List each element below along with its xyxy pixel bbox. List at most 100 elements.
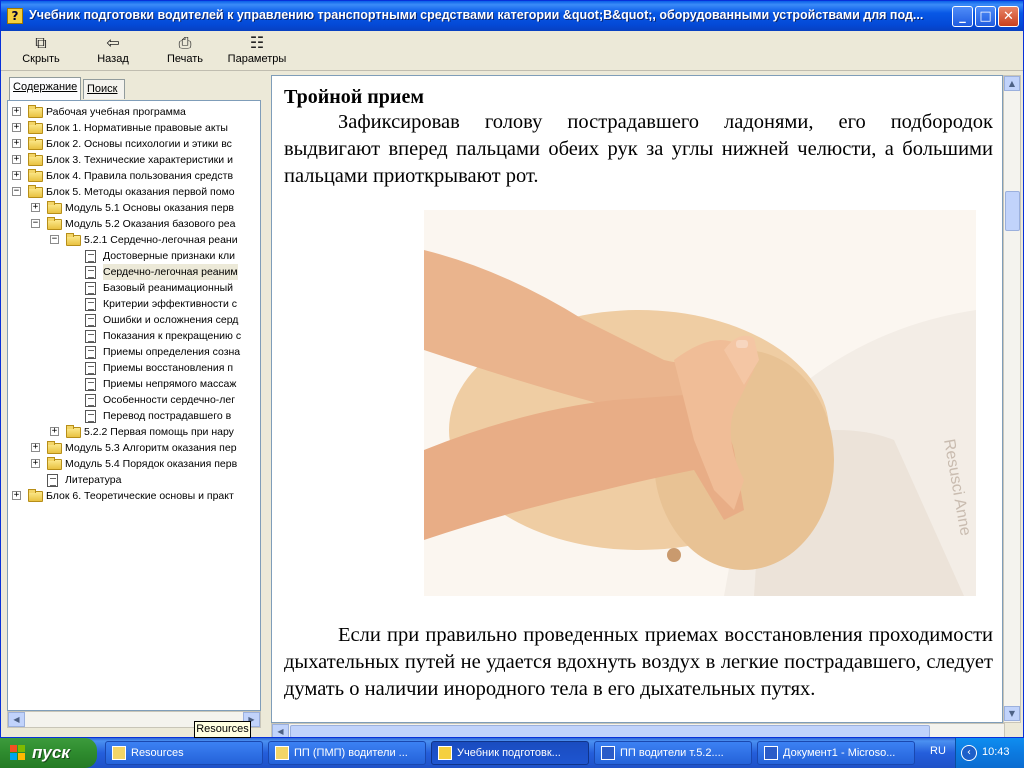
folder-icon [28,185,43,198]
tree-item-label: Приемы восстановления п [103,362,233,374]
content-horizontal-scrollbar[interactable]: ◀ [271,723,1005,737]
tree-item-label: Блок 4. Правила пользования средств [46,170,234,182]
expand-icon[interactable]: + [12,123,21,132]
word-icon [601,746,615,760]
page-icon [85,410,96,423]
tree-page-item[interactable]: Приемы непрямого массаж [8,376,260,392]
tree-folder-item[interactable]: + Модуль 5.4 Порядок оказания перв [8,456,260,472]
tree-page-item[interactable]: Особенности сердечно-лег [8,392,260,408]
tree-folder-item[interactable]: + Блок 3. Технические характеристики и [8,152,260,168]
tree-item-label: Модуль 5.3 Алгоритм оказания пер [65,442,237,454]
scroll-left-arrow-icon[interactable]: ◀ [8,712,25,727]
tree-item-label: Рабочая учебная программа [46,106,186,118]
tree-item-label: Приемы определения созна [103,346,241,358]
expand-icon[interactable]: + [31,459,40,468]
tree-folder-item[interactable]: + Блок 2. Основы психологии и этики вс [8,136,260,152]
tree-page-item[interactable]: Достоверные признаки кли [8,248,260,264]
tree-page-item[interactable]: Литература [8,472,260,488]
tray-expand-icon[interactable]: ‹ [961,745,977,761]
tree-folder-item[interactable]: + Блок 1. Нормативные правовые акты [8,120,260,136]
folder-icon [275,746,289,760]
contents-tree[interactable]: + Рабочая учебная программа + Блок 1. Норма… [7,100,261,711]
window-title: Учебник подготовки водителей к управлени… [29,8,924,22]
taskbar-button[interactable]: Документ1 - Microso... [757,741,915,765]
page-icon [85,266,96,279]
vertical-scroll-thumb[interactable] [1005,191,1020,231]
toolbar: ⧉ Скрыть ⇦ Назад ⎙ Печать ☷ Параметры [1,31,1023,71]
tree-page-item[interactable]: Перевод пострадавшего в [8,408,260,424]
tree-item-label: Достоверные признаки кли [103,250,236,262]
tree-folder-item[interactable]: + Модуль 5.1 Основы оказания перв [8,200,260,216]
expand-icon[interactable]: + [50,427,59,436]
horizontal-scroll-thumb[interactable] [290,725,930,737]
clock[interactable]: 10:43 [982,746,1010,758]
tree-page-item[interactable]: Показания к прекращению с [8,328,260,344]
tree-page-item[interactable]: Приемы определения созна [8,344,260,360]
tree-page-item[interactable]: Ошибки и осложнения серд [8,312,260,328]
scroll-up-arrow-icon[interactable]: ▲ [1004,76,1020,91]
tree-folder-item[interactable]: − 5.2.1 Сердечно-легочная реани [8,232,260,248]
tree-folder-item[interactable]: − Модуль 5.2 Оказания базового реа [8,216,260,232]
tab-search[interactable]: Поиск [83,79,125,99]
page-icon [85,282,96,295]
start-button[interactable]: пуск [0,738,97,768]
taskbar-button[interactable]: ПП (ПМП) водители ... [268,741,426,765]
tree-item-label: Блок 3. Технические характеристики и [46,154,233,166]
tree-item-label: Сердечно-легочная реаним [103,264,238,280]
expand-icon[interactable]: + [12,139,21,148]
hide-button[interactable]: ⧉ Скрыть [19,33,63,69]
content-vertical-scrollbar[interactable]: ▲ ▼ [1003,75,1021,723]
collapse-icon[interactable]: − [31,219,40,228]
tree-page-item[interactable]: Критерии эффективности с [8,296,260,312]
tree-item-label: Литература [65,474,122,486]
tree-folder-item[interactable]: + Блок 4. Правила пользования средств [8,168,260,184]
back-button[interactable]: ⇦ Назад [91,33,135,69]
start-label: пуск [32,743,70,762]
folder-icon [47,457,62,470]
expand-icon[interactable]: + [31,443,40,452]
minimize-button[interactable]: _ [952,6,973,27]
tab-contents[interactable]: Содержание [9,77,81,100]
taskbar-button[interactable]: ПП водители т.5.2.... [594,741,752,765]
expand-icon[interactable]: + [12,171,21,180]
tree-folder-item[interactable]: + Модуль 5.3 Алгоритм оказания пер [8,440,260,456]
options-icon: ☷ [249,33,265,52]
taskbar-button[interactable]: Учебник подготовк... [431,741,589,765]
hide-label: Скрыть [22,53,60,65]
print-label: Печать [166,53,204,65]
title-bar[interactable]: ? Учебник подготовки водителей к управле… [1,1,1023,31]
taskbar-button[interactable]: Resources [105,741,263,765]
language-indicator[interactable]: RU [930,745,946,757]
close-button[interactable]: ✕ [998,6,1019,27]
tree-folder-item[interactable]: +5.2.2 Первая помощь при нару [8,424,260,440]
tree-page-item[interactable]: Приемы восстановления п [8,360,260,376]
topic-paragraph-2: Если при правильно проведенных приемах в… [284,624,993,700]
tree-folder-item[interactable]: + Блок 6. Теоретические основы и практ [8,488,260,504]
collapse-icon[interactable]: − [50,235,59,244]
expand-icon[interactable]: + [12,491,21,500]
expand-icon[interactable]: + [31,203,40,212]
tree-page-item[interactable]: Базовый реанимационный [8,280,260,296]
folder-icon [112,746,126,760]
print-button[interactable]: ⎙ Печать [163,33,207,69]
page-icon [85,394,96,407]
tree-folder-item[interactable]: + Рабочая учебная программа [8,104,260,120]
tree-page-item[interactable]: Сердечно-легочная реаним [8,264,260,280]
maximize-button[interactable]: □ [975,6,996,27]
expand-icon[interactable]: + [12,155,21,164]
page-icon [47,474,58,487]
content-scroll-left-arrow-icon[interactable]: ◀ [272,724,289,737]
options-label: Параметры [227,53,287,65]
page-icon [85,314,96,327]
tab-search-label: Поиск [87,83,118,95]
taskbar: пуск Resources ПП (ПМП) водители ... Учебн… [0,738,1024,768]
options-button[interactable]: ☷ Параметры [225,33,289,69]
tree-item-label: Модуль 5.1 Основы оказания перв [65,202,234,214]
navigation-pane: Содержание Поиск + Рабочая учебная програ… [5,75,263,737]
hide-icon: ⧉ [35,33,47,52]
collapse-icon[interactable]: − [12,187,21,196]
tree-item-label: 5.2.2 Первая помощь при нару [84,426,234,438]
tree-folder-item[interactable]: − Блок 5. Методы оказания первой помо [8,184,260,200]
scroll-down-arrow-icon[interactable]: ▼ [1004,706,1020,721]
expand-icon[interactable]: + [12,107,21,116]
